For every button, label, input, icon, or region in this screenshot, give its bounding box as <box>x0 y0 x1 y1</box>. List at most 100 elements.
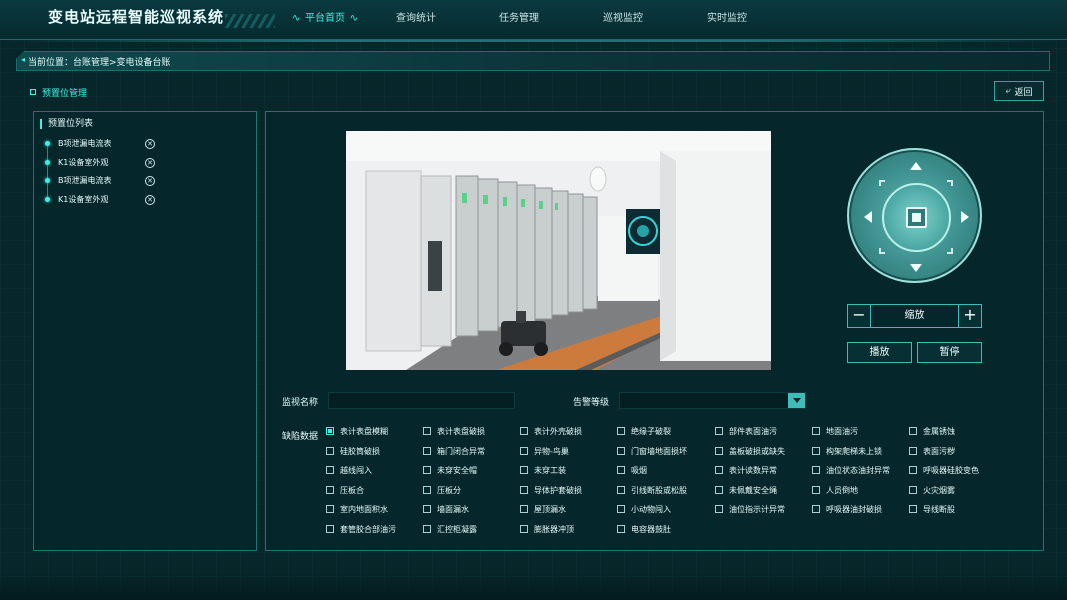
defect-checkbox[interactable]: 表计读数异常 <box>715 465 777 476</box>
checkbox-icon[interactable] <box>812 505 820 513</box>
checkbox-icon[interactable] <box>812 485 820 494</box>
defect-checkbox[interactable]: 箱门闭合异常 <box>423 446 485 457</box>
defect-checkbox[interactable]: 室内地面积水 <box>326 504 388 515</box>
chevron-down-icon[interactable] <box>788 393 805 408</box>
defect-checkbox[interactable]: 油位指示计异常 <box>715 504 785 515</box>
nav-item-tasks[interactable]: 任务管理 <box>467 0 571 40</box>
checkbox-icon[interactable] <box>520 524 528 533</box>
pan-up-icon[interactable] <box>910 162 922 170</box>
pan-down-left-icon[interactable] <box>879 248 885 254</box>
checkbox-icon[interactable] <box>326 485 334 494</box>
checkbox-icon[interactable] <box>423 505 431 513</box>
defect-checkbox[interactable]: 压板分 <box>423 485 461 496</box>
camera-video-feed[interactable] <box>346 131 771 370</box>
nav-item-home[interactable]: 平台首页 <box>285 0 365 40</box>
defect-checkbox[interactable]: 呼吸器硅胶变色 <box>909 465 979 476</box>
defect-checkbox[interactable]: 引线断股或松股 <box>617 485 687 496</box>
pan-down-icon[interactable] <box>910 264 922 272</box>
checkbox-icon[interactable] <box>520 505 528 513</box>
checkbox-icon[interactable] <box>909 446 917 455</box>
close-icon[interactable]: ✕ <box>145 157 155 168</box>
pan-up-right-icon[interactable] <box>947 180 953 186</box>
checkbox-icon[interactable] <box>326 427 334 435</box>
defect-checkbox[interactable]: 人员倒地 <box>812 485 858 496</box>
defect-checkbox[interactable]: 未穿工装 <box>520 465 566 476</box>
checkbox-icon[interactable] <box>617 505 625 513</box>
checkbox-icon[interactable] <box>520 446 528 455</box>
checkbox-icon[interactable] <box>423 524 431 533</box>
preset-item[interactable]: K1设备室外观 ✕ <box>42 155 162 183</box>
alarm-level-select[interactable] <box>619 392 806 409</box>
defect-checkbox[interactable]: 表计外壳破损 <box>520 426 582 437</box>
checkbox-icon[interactable] <box>617 446 625 455</box>
checkbox-icon[interactable] <box>909 485 917 494</box>
checkbox-icon[interactable] <box>423 466 431 474</box>
checkbox-icon[interactable] <box>520 466 528 474</box>
pause-button[interactable]: 暂停 <box>917 342 982 363</box>
nav-item-query[interactable]: 查询统计 <box>365 0 467 40</box>
close-icon[interactable]: ✕ <box>145 176 155 186</box>
checkbox-icon[interactable] <box>423 427 431 435</box>
preset-item[interactable]: B项泄漏电流表 ✕ <box>42 173 162 201</box>
close-icon[interactable]: ✕ <box>145 194 155 205</box>
checkbox-icon[interactable] <box>715 427 723 435</box>
defect-checkbox[interactable]: 吸烟 <box>617 465 647 476</box>
checkbox-icon[interactable] <box>617 485 625 494</box>
defect-checkbox[interactable]: 表计表盘破损 <box>423 426 485 437</box>
checkbox-icon[interactable] <box>617 427 625 435</box>
checkbox-icon[interactable] <box>617 466 625 474</box>
checkbox-icon[interactable] <box>812 427 820 435</box>
checkbox-icon[interactable] <box>909 505 917 513</box>
defect-checkbox[interactable]: 火灾烟雾 <box>909 485 955 496</box>
defect-checkbox[interactable]: 绝缘子破裂 <box>617 426 671 437</box>
checkbox-icon[interactable] <box>423 485 431 494</box>
defect-checkbox[interactable]: 异物-鸟巢 <box>520 446 569 457</box>
checkbox-icon[interactable] <box>812 446 820 455</box>
defect-checkbox[interactable]: 构架爬梯未上锁 <box>812 446 882 457</box>
defect-checkbox[interactable]: 呼吸器油封破损 <box>812 504 882 515</box>
checkbox-icon[interactable] <box>326 466 334 474</box>
play-button[interactable]: 播放 <box>847 342 912 363</box>
pan-down-right-icon[interactable] <box>947 248 953 254</box>
checkbox-icon[interactable] <box>520 485 528 494</box>
preset-item[interactable]: K1设备室外观 ✕ <box>42 192 162 211</box>
checkbox-icon[interactable] <box>909 466 917 474</box>
nav-item-realtime[interactable]: 实时监控 <box>675 0 779 40</box>
defect-checkbox[interactable]: 屋顶漏水 <box>520 504 566 515</box>
checkbox-icon[interactable] <box>326 446 334 455</box>
checkbox-icon[interactable] <box>715 485 723 494</box>
checkbox-icon[interactable] <box>715 505 723 513</box>
defect-checkbox[interactable]: 电容器鼓肚 <box>617 524 671 535</box>
defect-checkbox[interactable]: 小动物闯入 <box>617 504 671 515</box>
checkbox-icon[interactable] <box>520 427 528 435</box>
defect-checkbox[interactable]: 汇控柜凝露 <box>423 524 477 535</box>
zoom-in-button[interactable]: + <box>958 304 982 328</box>
preset-item[interactable]: B项泄漏电流表 ✕ <box>42 136 162 164</box>
defect-checkbox[interactable]: 越线闯入 <box>326 465 372 476</box>
checkbox-icon[interactable] <box>715 466 723 474</box>
defect-checkbox[interactable]: 部件表面油污 <box>715 426 777 437</box>
defect-checkbox[interactable]: 未佩戴安全绳 <box>715 485 777 496</box>
stop-icon[interactable] <box>906 207 927 228</box>
checkbox-icon[interactable] <box>812 466 820 474</box>
checkbox-icon[interactable] <box>715 446 723 455</box>
defect-checkbox[interactable]: 套管胶合部油污 <box>326 524 396 535</box>
nav-item-patrol[interactable]: 巡视监控 <box>571 0 675 40</box>
checkbox-icon[interactable] <box>617 524 625 533</box>
defect-checkbox[interactable]: 导体护套破损 <box>520 485 582 496</box>
defect-checkbox[interactable]: 未穿安全帽 <box>423 465 477 476</box>
defect-checkbox[interactable]: 膨胀器冲顶 <box>520 524 574 535</box>
back-button[interactable]: ⤶ 返回 <box>994 81 1044 101</box>
defect-checkbox[interactable]: 盖板破损或缺失 <box>715 446 785 457</box>
defect-checkbox[interactable]: 表计表盘模糊 <box>326 426 388 437</box>
pan-left-icon[interactable] <box>864 211 872 223</box>
defect-checkbox[interactable]: 金属锈蚀 <box>909 426 955 437</box>
checkbox-icon[interactable] <box>326 505 334 513</box>
pan-right-icon[interactable] <box>961 211 969 223</box>
checkbox-icon[interactable] <box>423 446 431 455</box>
defect-checkbox[interactable]: 墙面漏水 <box>423 504 469 515</box>
defect-checkbox[interactable]: 地面油污 <box>812 426 858 437</box>
defect-checkbox[interactable]: 门窗墙地面损坏 <box>617 446 687 457</box>
zoom-out-button[interactable]: − <box>847 304 871 328</box>
close-icon[interactable]: ✕ <box>145 139 155 149</box>
